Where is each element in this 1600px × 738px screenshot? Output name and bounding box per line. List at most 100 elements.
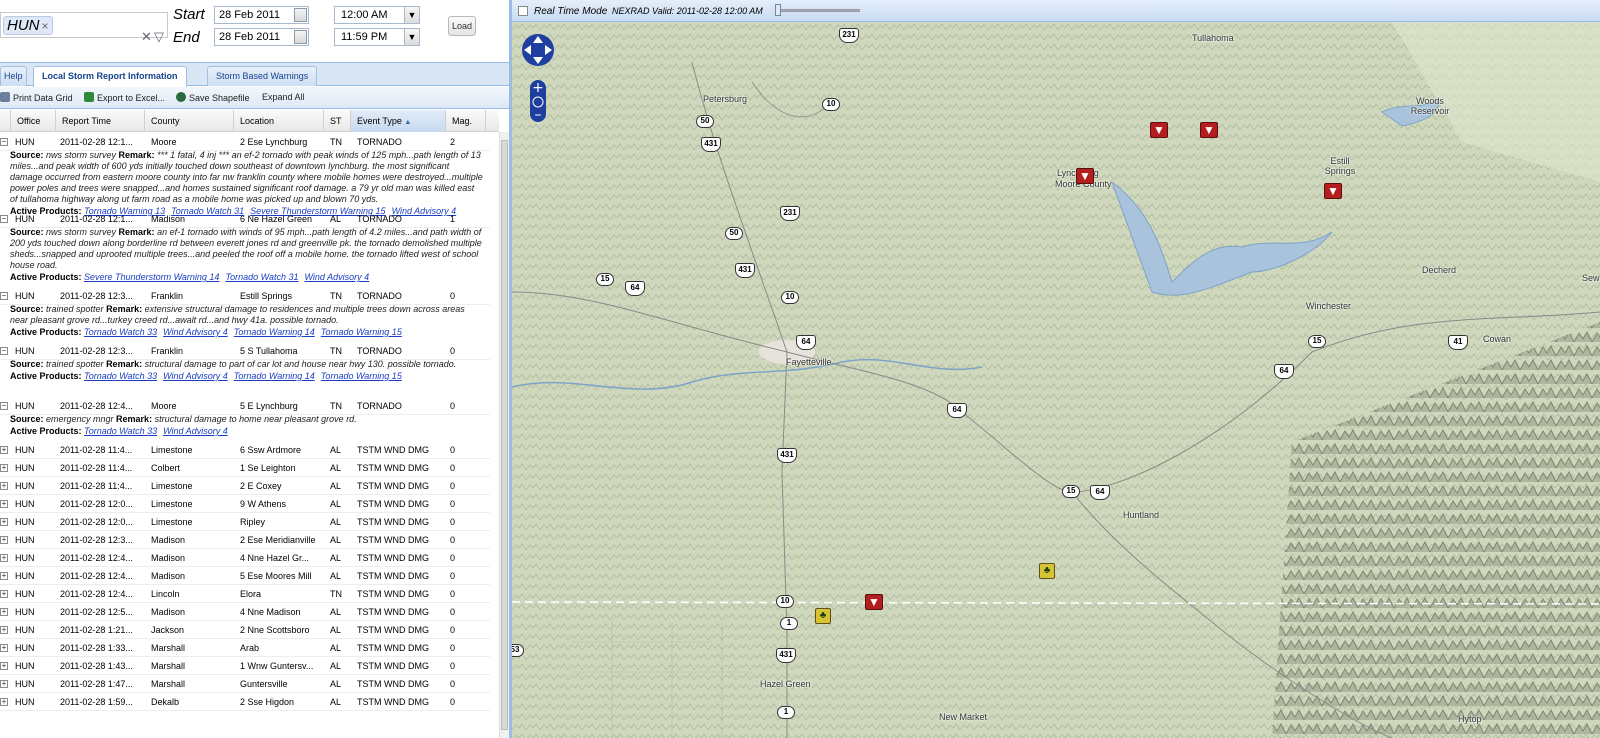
table-row[interactable]: + HUN 2011-02-28 1:43... Marshall 1 Wnw Gunt… [0, 657, 490, 675]
expand-icon[interactable]: + [0, 572, 8, 580]
grid-scrollbar[interactable] [499, 132, 509, 738]
excel-icon [84, 92, 94, 102]
expand-icon[interactable]: + [0, 554, 8, 562]
product-link[interactable]: Severe Thunderstorm Warning 14 [84, 272, 219, 282]
collapse-icon[interactable]: − [0, 292, 8, 300]
table-row[interactable]: − HUN 2011-02-28 12:1... Madison 6 Ne Hazel … [0, 210, 490, 228]
cell-mag: 0 [450, 697, 456, 707]
tab-local-storm-reports[interactable]: Local Storm Report Information [33, 66, 187, 87]
clear-icon[interactable]: ✕ [141, 29, 152, 45]
table-row[interactable]: − HUN 2011-02-28 12:4... Moore 5 E Lynchburg… [0, 397, 490, 415]
product-link[interactable]: Wind Advisory 4 [163, 371, 228, 381]
end-date-field[interactable]: 28 Feb 2011 [214, 28, 309, 46]
table-row[interactable]: + HUN 2011-02-28 12:0... Limestone Ripley AL T… [0, 513, 490, 531]
product-link[interactable]: Tornado Watch 31 [225, 272, 298, 282]
time-slider-track[interactable] [775, 9, 860, 12]
collapse-icon[interactable]: − [0, 215, 8, 223]
wind-damage-icon[interactable]: ♣ [1039, 563, 1055, 579]
map-nav-control[interactable]: + – [520, 28, 556, 124]
table-row[interactable]: + HUN 2011-02-28 12:3... Madison 2 Ese Merid… [0, 531, 490, 549]
table-row[interactable]: + HUN 2011-02-28 1:33... Marshall Arab AL TSTM… [0, 639, 490, 657]
expand-all-button[interactable]: Expand All [262, 92, 305, 102]
tornado-icon[interactable]: ▼ [865, 594, 883, 610]
table-row[interactable]: + HUN 2011-02-28 11:4... Limestone 6 Ssw Ard… [0, 441, 490, 459]
place-label: Estill Springs [1324, 156, 1356, 176]
cell-mag: 0 [450, 625, 456, 635]
table-row[interactable]: + HUN 2011-02-28 1:21... Jackson 2 Nne Scott… [0, 621, 490, 639]
start-time-select[interactable]: 12:00 AM ▼ [334, 6, 420, 24]
print-grid-button[interactable]: Print Data Grid [0, 92, 73, 103]
collapse-icon[interactable]: − [0, 347, 8, 355]
table-row[interactable]: + HUN 2011-02-28 12:0... Limestone 9 W Athen… [0, 495, 490, 513]
product-link[interactable]: Wind Advisory 4 [163, 327, 228, 337]
map-view[interactable]: Tullahoma Petersburg Woods Reservoir Lyn… [512, 22, 1600, 738]
expand-icon[interactable]: + [0, 446, 8, 454]
table-row[interactable]: + HUN 2011-02-28 12:4... Madison 4 Nne Hazel… [0, 549, 490, 567]
tornado-icon[interactable]: ▼ [1150, 122, 1168, 138]
chevron-down-icon[interactable]: ▼ [404, 29, 419, 45]
wind-damage-icon[interactable]: ♣ [815, 608, 831, 624]
column-county[interactable]: County [145, 110, 234, 132]
product-link[interactable]: Tornado Warning 14 [234, 327, 315, 337]
expand-icon[interactable]: + [0, 608, 8, 616]
collapse-icon[interactable]: − [0, 402, 8, 410]
table-row[interactable]: + HUN 2011-02-28 12:4... Lincoln Elora TN TSTM… [0, 585, 490, 603]
tornado-icon[interactable]: ▼ [1076, 168, 1094, 184]
table-row[interactable]: − HUN 2011-02-28 12:3... Franklin Estill Spr… [0, 287, 490, 305]
column-event-type[interactable]: Event Type ▲ [351, 110, 446, 132]
save-shapefile-button[interactable]: Save Shapefile [176, 92, 250, 103]
chevron-down-icon[interactable]: ▼ [404, 7, 419, 23]
table-row[interactable]: + HUN 2011-02-28 1:47... Marshall Guntersvil… [0, 675, 490, 693]
expand-icon[interactable]: + [0, 536, 8, 544]
table-row[interactable]: + HUN 2011-02-28 11:4... Limestone 2 E Coxey… [0, 477, 490, 495]
calendar-icon[interactable] [294, 8, 307, 22]
tag-remove-icon[interactable]: × [42, 19, 49, 33]
product-link[interactable]: Tornado Warning 15 [321, 327, 402, 337]
expand-icon[interactable]: + [0, 500, 8, 508]
end-time-select[interactable]: 11:59 PM ▼ [334, 28, 420, 46]
product-link[interactable]: Tornado Watch 33 [84, 327, 157, 337]
export-excel-button[interactable]: Export to Excel... [84, 92, 165, 103]
expand-icon[interactable]: + [0, 698, 8, 706]
table-row[interactable]: + HUN 2011-02-28 12:5... Madison 4 Nne Madis… [0, 603, 490, 621]
column-office[interactable]: Office [11, 110, 56, 132]
office-tag[interactable]: HUN × [3, 16, 53, 35]
expand-icon[interactable]: + [0, 590, 8, 598]
scrollbar-thumb[interactable] [501, 140, 508, 730]
expand-icon[interactable]: + [0, 518, 8, 526]
time-slider-handle[interactable] [775, 4, 781, 16]
tornado-icon[interactable]: ▼ [1324, 183, 1342, 199]
table-row[interactable]: − HUN 2011-02-28 12:1... Moore 2 Ese Lynchbu… [0, 133, 490, 151]
tab-help[interactable]: Help [0, 66, 27, 86]
load-button[interactable]: Load [448, 16, 476, 36]
expand-icon[interactable]: + [0, 662, 8, 670]
tab-storm-based-warnings[interactable]: Storm Based Warnings [207, 66, 318, 86]
product-link[interactable]: Tornado Watch 33 [84, 426, 157, 436]
real-time-checkbox[interactable] [518, 6, 528, 16]
product-link[interactable]: Tornado Watch 33 [84, 371, 157, 381]
expand-icon[interactable]: + [0, 482, 8, 490]
end-label: End [173, 29, 200, 46]
product-link[interactable]: Wind Advisory 4 [163, 426, 228, 436]
collapse-icon[interactable]: − [0, 138, 8, 146]
expand-icon[interactable]: + [0, 626, 8, 634]
product-link[interactable]: Tornado Warning 15 [321, 371, 402, 381]
office-filter[interactable]: HUN × ✕ ▽ [0, 12, 168, 44]
tornado-icon[interactable]: ▼ [1200, 122, 1218, 138]
column-report-time[interactable]: Report Time [56, 110, 145, 132]
expand-icon[interactable]: + [0, 644, 8, 652]
table-row[interactable]: + HUN 2011-02-28 1:59... Dekalb 2 Sse Higdon… [0, 693, 490, 711]
product-link[interactable]: Tornado Warning 14 [234, 371, 315, 381]
chevron-down-icon[interactable]: ▽ [154, 29, 164, 45]
expand-icon[interactable]: + [0, 680, 8, 688]
column-mag[interactable]: Mag. [446, 110, 486, 132]
column-location[interactable]: Location [234, 110, 324, 132]
expand-icon[interactable]: + [0, 464, 8, 472]
product-link[interactable]: Wind Advisory 4 [305, 272, 370, 282]
start-date-field[interactable]: 28 Feb 2011 [214, 6, 309, 24]
table-row[interactable]: + HUN 2011-02-28 12:4... Madison 5 Ese Moore… [0, 567, 490, 585]
calendar-icon[interactable] [294, 30, 307, 44]
table-row[interactable]: − HUN 2011-02-28 12:3... Franklin 5 S Tullah… [0, 342, 490, 360]
column-st[interactable]: ST [324, 110, 351, 132]
table-row[interactable]: + HUN 2011-02-28 11:4... Colbert 1 Se Leight… [0, 459, 490, 477]
